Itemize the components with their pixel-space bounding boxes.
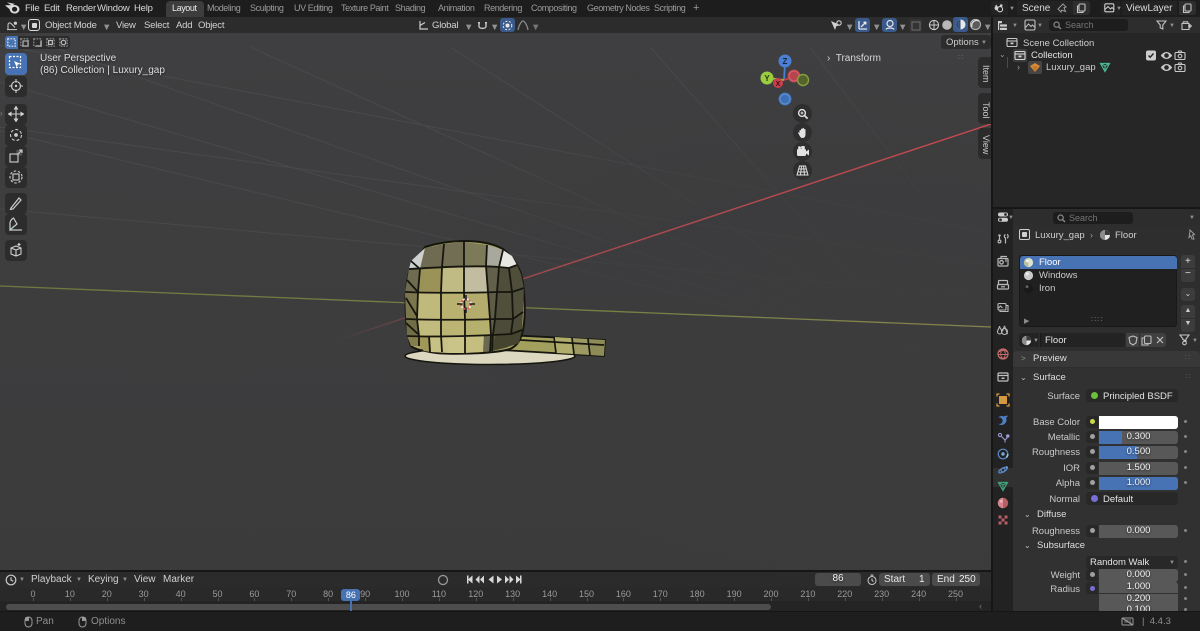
svg-text:X: X	[776, 81, 781, 88]
svg-text:Z: Z	[783, 57, 788, 66]
svg-text:Y: Y	[764, 74, 770, 83]
